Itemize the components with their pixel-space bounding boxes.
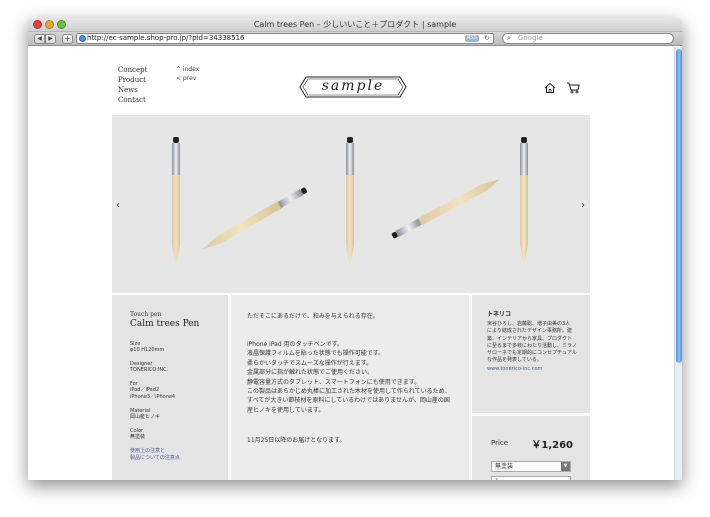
pen-vertical-1 [172, 137, 180, 267]
option-selected-value: 無塗装 [495, 463, 514, 470]
pen-vertical-3 [520, 137, 528, 267]
home-icon[interactable] [544, 82, 556, 94]
product-spec-panel: Touch pen Calm trees Pen Size φ10 H120mm… [112, 295, 228, 480]
description-line: すべてが大きい節枝材を原料にしているわけではありませんが、岡山産の国 [247, 397, 450, 405]
nav-news[interactable]: News [118, 85, 147, 95]
product-image-slider[interactable] [112, 115, 590, 293]
product-description-panel: ただそこにあるだけで、和みを与えられる存在。 iPhone iPad 用のタッチ… [231, 295, 469, 480]
url-text: http://ec-sample.shop-pro.jp/?pid=343385… [87, 34, 245, 42]
pen-diagonal-1 [203, 187, 307, 249]
forward-button[interactable]: ▶ [45, 34, 56, 44]
vertical-scrollbar[interactable] [674, 47, 682, 480]
description-line: 液晶保護フィルムを貼った状態でも操作可能です。 [247, 350, 385, 358]
address-bar[interactable]: http://ec-sample.shop-pro.jp/?pid=343385… [76, 33, 494, 44]
browser-toolbar: ◀ ▶ + http://ec-sample.shop-pro.jp/?pid=… [28, 32, 682, 46]
price-row: Price ￥1,260 [491, 436, 580, 451]
window-title: Calm trees Pen – 少しいいこと＋プロダクト | sample [253, 20, 457, 29]
usage-notes-link-line-2: 製品についての注意点 [130, 455, 180, 461]
description-line: 金属部分に指が触れた状態でご使用ください。 [247, 369, 374, 377]
nav-concept[interactable]: Concept [118, 65, 147, 75]
maker-line: な作品を発表している。 [487, 357, 542, 364]
maker-website-link[interactable]: www.tonerico-inc.com [487, 366, 580, 372]
description-line: 産ヒノキを使用しています。 [247, 406, 325, 414]
site-nav: Concept Product News Contact [118, 65, 147, 105]
usage-notes-link-line-1: 使用上の注意と [130, 448, 166, 454]
reload-icon[interactable]: ↻ [484, 34, 490, 43]
for-value-1: iPod／iPad2 [130, 387, 160, 393]
site-logo[interactable]: sample [298, 75, 408, 99]
maker-line: 築、インテリアから家具、プロダクト [487, 335, 573, 342]
description-lead: ただそこにあるだけで、和みを与えられる存在。 [247, 313, 379, 320]
logo-text: sample [321, 78, 385, 94]
title-bar: Calm trees Pen – 少しいいこと＋プロダクト | sample [28, 18, 682, 32]
pen-diagonal-2 [391, 179, 501, 239]
search-input[interactable]: ⌕ Google [502, 33, 674, 44]
usage-notes-link[interactable]: 使用上の注意と 製品についての注意点 [130, 448, 228, 462]
delivery-note: 11月25日以降のお届けとなります。 [247, 437, 346, 445]
price-value: ￥1,260 [531, 440, 573, 451]
maker-panel: トネリコ 米谷ひろし、岩藤聡、増子由美の3人 により結成されたデザイン事務所。建… [472, 295, 590, 413]
add-bookmark-button[interactable]: + [62, 34, 73, 44]
product-name: Calm trees Pen [130, 319, 200, 329]
quantity-value: 1 [495, 478, 499, 480]
back-button[interactable]: ◀ [34, 34, 45, 44]
rss-badge[interactable]: RSS [465, 35, 479, 42]
index-link[interactable]: ^ index [176, 65, 199, 74]
product-kind: Touch pen [130, 311, 162, 318]
option-select[interactable]: 無塗装 ▼ [491, 461, 571, 472]
nav-product[interactable]: Product [118, 75, 147, 85]
description-line: 柔らかいタッチでスムーズな操作が行えます。 [247, 359, 373, 367]
page-viewport: Concept Product News Contact ^ index < p… [28, 47, 674, 480]
prev-link[interactable]: < prev [176, 74, 199, 83]
search-icon: ⌕ [507, 34, 511, 42]
search-placeholder: Google [518, 34, 543, 42]
browser-window: Calm trees Pen – 少しいいこと＋プロダクト | sample ◀… [28, 18, 682, 480]
slider-prev-arrow[interactable]: ‹ [116, 200, 120, 211]
for-value-2: iPhone3／iPhone4 [130, 394, 176, 400]
product-photo [172, 137, 528, 267]
slider-next-arrow[interactable]: › [581, 200, 585, 211]
price-label: Price [491, 439, 509, 447]
maker-description: 米谷ひろし、岩藤聡、増子由美の3人 により結成されたデザイン事務所。建 築、イン… [487, 321, 580, 365]
maker-title: トネリコ [487, 311, 512, 318]
maker-line: により結成されたデザイン事務所。建 [487, 328, 572, 335]
color-value: 無塗装 [130, 434, 146, 440]
designer-value: TONERICO:INC. [130, 367, 169, 373]
pen-vertical-2 [346, 137, 354, 267]
globe-icon [79, 35, 86, 42]
quantity-input[interactable]: 1 [491, 476, 571, 480]
scrollbar-thumb[interactable] [676, 49, 682, 363]
material-value: 岡山産ヒノキ [130, 414, 161, 420]
description-line: iPhone iPad 用のタッチペンです。 [247, 341, 343, 348]
description-line: 静電容量方式のタブレット、スマートフォンにも使用できます。 [247, 378, 421, 386]
purchase-panel: Price ￥1,260 無塗装 ▼ 1 [472, 416, 590, 480]
cart-icon[interactable] [566, 81, 580, 94]
description-line: この製品はあらかじめ丸棒に加工された木材を使用して作られているため、 [247, 388, 451, 396]
nav-contact[interactable]: Contact [118, 95, 147, 105]
chevron-down-icon: ▼ [561, 462, 570, 471]
description-body: iPhone iPad 用のタッチペンです。 液晶保護フィルムを貼った状態でも操… [247, 340, 453, 415]
sub-nav: ^ index < prev [176, 65, 199, 83]
size-value: φ10 H120mm [130, 347, 165, 353]
